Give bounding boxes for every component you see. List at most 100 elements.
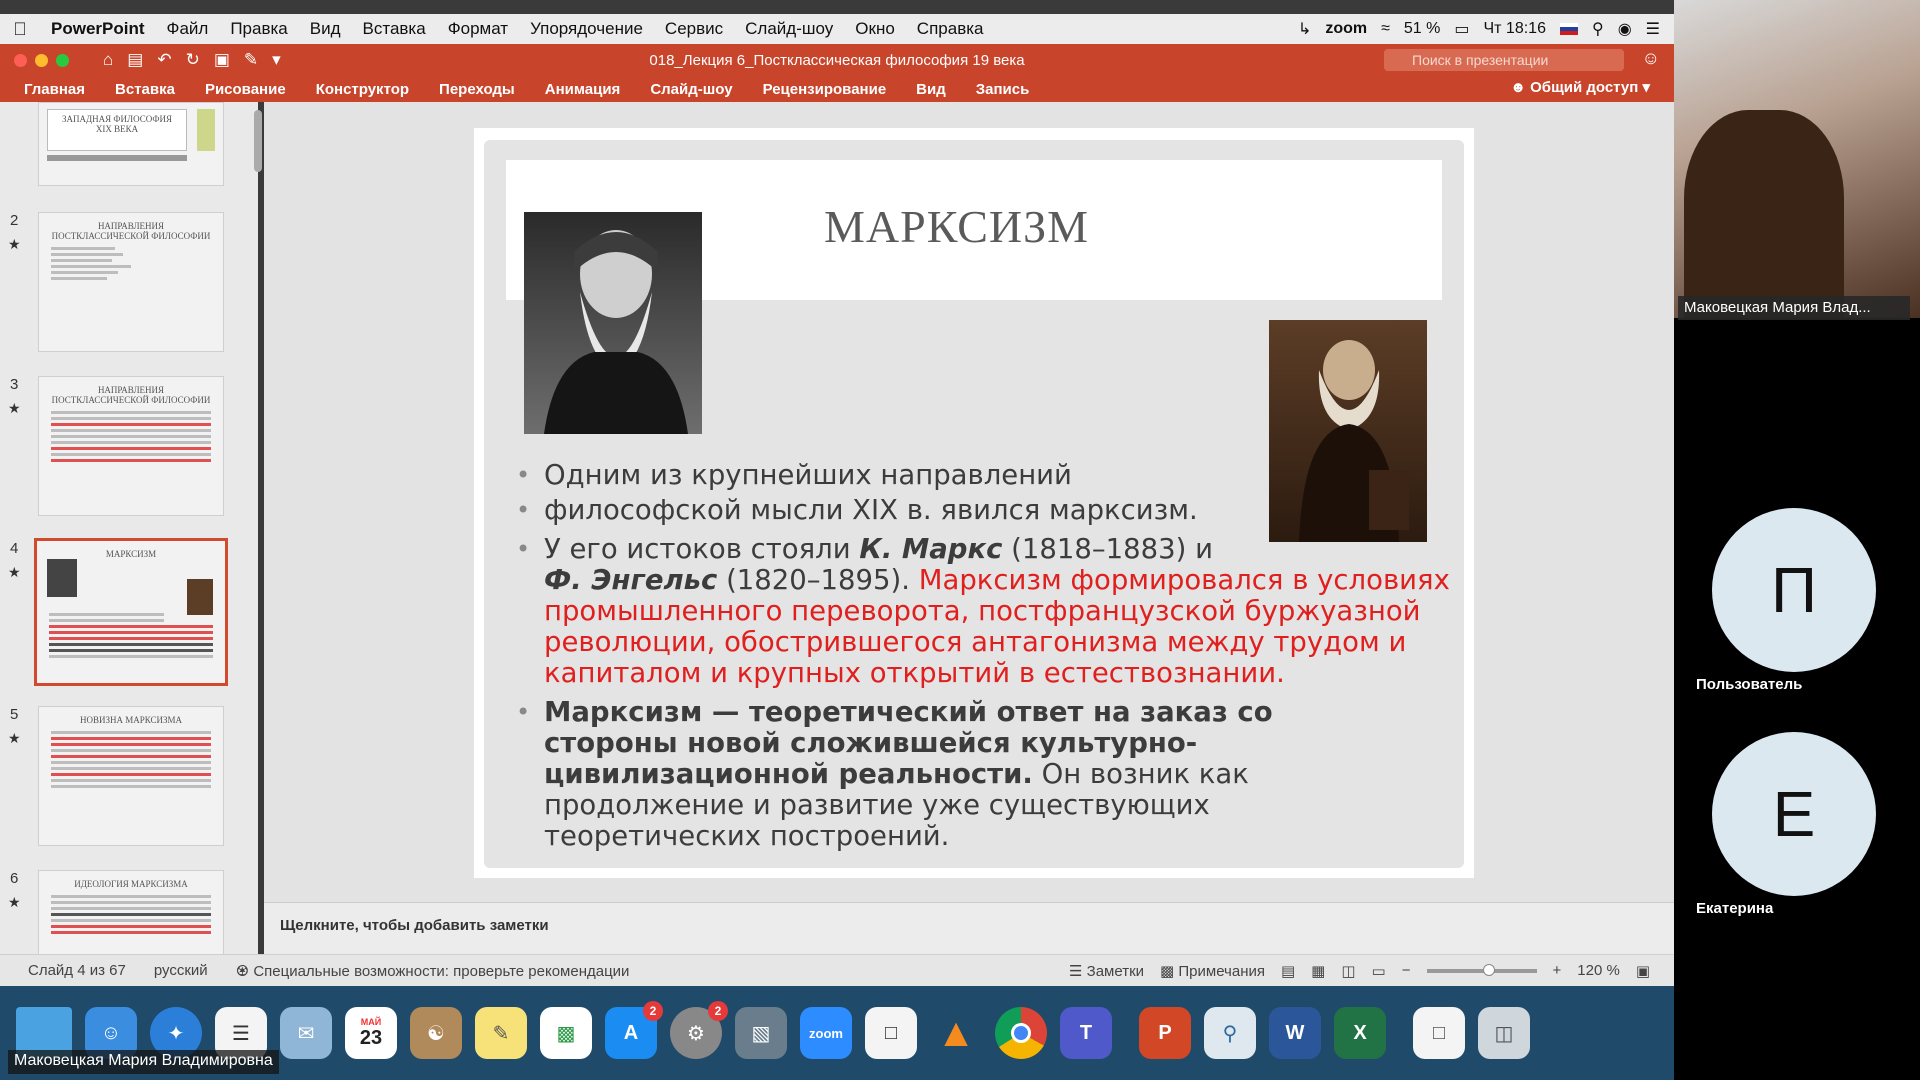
normal-view-icon[interactable]: ▤ bbox=[1281, 962, 1295, 980]
preview-icon[interactable]: ▧ bbox=[735, 1007, 787, 1059]
undo-icon[interactable]: ↶ bbox=[157, 50, 171, 70]
engels-portrait-image[interactable] bbox=[524, 212, 702, 434]
share-button[interactable]: ☻ Общий доступ ▾ bbox=[1510, 78, 1650, 96]
apple-icon[interactable]:  bbox=[0, 19, 40, 40]
tab-transitions[interactable]: Переходы bbox=[424, 81, 530, 98]
notes-pane[interactable]: Щелкните, чтобы добавить заметки bbox=[264, 902, 1674, 954]
language-indicator[interactable]: русский bbox=[154, 962, 208, 979]
notes-toggle[interactable]: ☰ Заметки bbox=[1069, 962, 1144, 980]
magnifier-icon[interactable]: ⚲ bbox=[1204, 1007, 1256, 1059]
draw-icon[interactable]: ✎ bbox=[244, 50, 258, 70]
close-window-button[interactable] bbox=[14, 53, 27, 67]
slide-thumbnail-5[interactable]: НОВИЗНА МАРКСИЗМА bbox=[38, 706, 224, 846]
zoom-in-icon[interactable]: + bbox=[1553, 962, 1562, 979]
excel-icon[interactable]: X bbox=[1334, 1007, 1386, 1059]
menu-help[interactable]: Справка bbox=[906, 19, 995, 39]
fit-to-window-icon[interactable]: ▣ bbox=[1636, 962, 1650, 980]
flag-icon[interactable] bbox=[1559, 23, 1578, 35]
chrome-icon[interactable] bbox=[995, 1007, 1047, 1059]
contacts-icon[interactable]: ☯ bbox=[410, 1007, 462, 1059]
accessibility-check[interactable]: ♼ Специальные возможности: проверьте рек… bbox=[236, 962, 630, 980]
document-file-icon[interactable]: □ bbox=[1413, 1007, 1465, 1059]
tab-design[interactable]: Конструктор bbox=[301, 81, 424, 98]
slide-view-icon[interactable]: ▣ bbox=[214, 50, 230, 70]
menu-insert[interactable]: Вставка bbox=[352, 19, 437, 39]
menu-slideshow[interactable]: Слайд-шоу bbox=[734, 19, 844, 39]
star-icon: ★ bbox=[8, 564, 21, 580]
vlc-icon[interactable]: ▲ bbox=[930, 1007, 982, 1059]
menu-arrange[interactable]: Упорядочение bbox=[519, 19, 654, 39]
app-store-icon[interactable]: A2 bbox=[605, 1001, 663, 1059]
maximize-window-button[interactable] bbox=[56, 53, 69, 67]
clock[interactable]: Чт 18:16 bbox=[1483, 20, 1545, 38]
zoom-slider[interactable] bbox=[1426, 963, 1537, 976]
trash-icon[interactable]: ◫ bbox=[1478, 1007, 1530, 1059]
mail-icon[interactable]: ✉ bbox=[280, 1007, 332, 1059]
system-preferences-icon[interactable]: ⚙ 2 bbox=[670, 1001, 728, 1059]
menu-edit[interactable]: Правка bbox=[219, 19, 298, 39]
slide-thumbnail-6[interactable]: ИДЕОЛОГИЯ МАРКСИЗМА bbox=[38, 870, 224, 954]
thumbnail-scrollbar[interactable] bbox=[254, 110, 262, 172]
slide-body-text[interactable]: Одним из крупнейших направлений философс… bbox=[514, 460, 1464, 860]
menu-tools[interactable]: Сервис bbox=[654, 19, 734, 39]
current-slide[interactable]: МАРКСИЗМ • Одним из крупнейших направлен… bbox=[474, 128, 1474, 878]
thumbnail-title: МАРКСИЗМ bbox=[105, 549, 157, 559]
menu-view[interactable]: Вид bbox=[299, 19, 352, 39]
zoom-status-label[interactable]: zoom bbox=[1325, 20, 1367, 38]
zoom-level[interactable]: 120 % bbox=[1577, 962, 1620, 979]
tab-insert[interactable]: Вставка bbox=[100, 81, 190, 98]
minimize-window-button[interactable] bbox=[35, 53, 48, 67]
reading-view-icon[interactable]: ◫ bbox=[1341, 962, 1355, 980]
slide-thumbnail-2[interactable]: НАПРАВЛЕНИЯ ПОСТКЛАССИЧЕСКОЙ ФИЛОСОФИИ bbox=[38, 212, 224, 352]
control-center-icon[interactable]: ☰ bbox=[1646, 19, 1660, 39]
tab-view[interactable]: Вид bbox=[901, 81, 961, 98]
siri-icon[interactable]: ◉ bbox=[1618, 19, 1632, 39]
tab-review[interactable]: Рецензирование bbox=[748, 81, 902, 98]
textedit-icon[interactable]: □ bbox=[865, 1007, 917, 1059]
slide-thumbnail-3[interactable]: НАПРАВЛЕНИЯ ПОСТКЛАССИЧЕСКОЙ ФИЛОСОФИИ bbox=[38, 376, 224, 516]
accessibility-label: Специальные возможности: проверьте реком… bbox=[253, 962, 630, 980]
redo-icon[interactable]: ↻ bbox=[186, 50, 200, 70]
slide-thumbnail-4-selected[interactable]: МАРКСИЗМ bbox=[34, 538, 228, 686]
menu-format[interactable]: Формат bbox=[437, 19, 519, 39]
notes-app-icon[interactable]: ✎ bbox=[475, 1007, 527, 1059]
account-icon[interactable]: ☺ bbox=[1642, 48, 1660, 69]
participant-avatar-2[interactable]: Е bbox=[1712, 732, 1876, 896]
thumbnail-number: 4 bbox=[10, 540, 19, 557]
thumbnail-decoration bbox=[197, 109, 215, 151]
tab-home[interactable]: Главная bbox=[0, 81, 100, 98]
numbers-icon[interactable]: ▩ bbox=[540, 1007, 592, 1059]
spotlight-icon[interactable]: ⚲ bbox=[1592, 19, 1604, 39]
slide-thumbnail-1[interactable]: ЗАПАДНАЯ ФИЛОСОФИЯ XIX ВЕКА bbox=[38, 102, 224, 186]
zoom-out-icon[interactable]: − bbox=[1402, 962, 1411, 979]
tab-draw[interactable]: Рисование bbox=[190, 81, 301, 98]
tab-animations[interactable]: Анимация bbox=[530, 81, 636, 98]
powerpoint-dock-icon[interactable]: P bbox=[1139, 1007, 1191, 1059]
wifi-icon[interactable]: ≈ bbox=[1381, 20, 1390, 38]
thumbnail-text-lines bbox=[51, 895, 211, 934]
slide-title[interactable]: МАРКСИЗМ bbox=[824, 200, 1089, 253]
customize-toolbar-icon[interactable]: ▾ bbox=[272, 50, 281, 70]
presentation-search-input[interactable] bbox=[1384, 49, 1624, 71]
star-icon: ★ bbox=[8, 236, 21, 252]
word-icon[interactable]: W bbox=[1269, 1007, 1321, 1059]
participant-video-tile[interactable] bbox=[1674, 0, 1920, 318]
menu-file[interactable]: Файл bbox=[156, 19, 220, 39]
calendar-icon[interactable]: МАЙ 23 bbox=[345, 1007, 397, 1059]
slide-thumbnail-pane[interactable]: ЗАПАДНАЯ ФИЛОСОФИЯ XIX ВЕКА 2 ★ НАПРАВЛЕ… bbox=[0, 102, 258, 954]
save-icon[interactable]: ▤ bbox=[127, 50, 143, 70]
zoom-app-icon[interactable]: zoom bbox=[800, 1007, 852, 1059]
tab-record[interactable]: Запись bbox=[961, 81, 1045, 98]
slide-editor[interactable]: МАРКСИЗМ • Одним из крупнейших направлен… bbox=[264, 102, 1674, 902]
slide-sorter-icon[interactable]: ▦ bbox=[1311, 962, 1325, 980]
tab-slideshow[interactable]: Слайд-шоу bbox=[635, 81, 747, 98]
zoom-slider-knob[interactable] bbox=[1482, 963, 1495, 976]
presenter-view-icon[interactable]: ▭ bbox=[1372, 962, 1386, 980]
home-icon[interactable]: ⌂ bbox=[103, 50, 113, 70]
participant-avatar-1[interactable]: П bbox=[1712, 508, 1876, 672]
battery-icon[interactable]: ▭ bbox=[1454, 19, 1469, 39]
menu-app-name[interactable]: PowerPoint bbox=[40, 19, 156, 39]
menu-window[interactable]: Окно bbox=[844, 19, 906, 39]
teams-icon[interactable]: T bbox=[1060, 1007, 1112, 1059]
comments-toggle[interactable]: ▩ Примечания bbox=[1160, 962, 1265, 980]
